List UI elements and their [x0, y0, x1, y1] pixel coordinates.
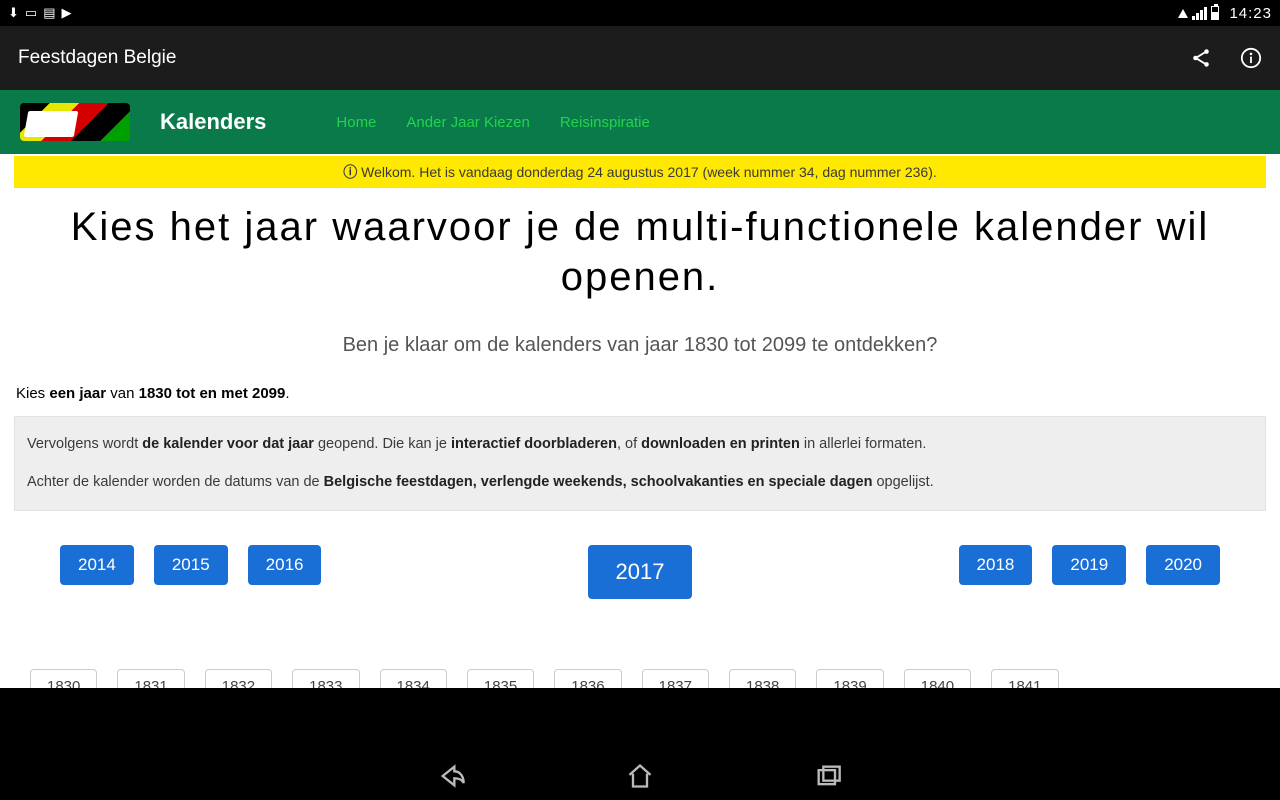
- clock-text: 14:23: [1229, 5, 1272, 22]
- play-icon: ▶: [62, 5, 72, 21]
- wifi-icon: [1178, 9, 1188, 18]
- page-subhead: Ben je klaar om de kalenders van jaar 18…: [0, 308, 1280, 375]
- android-status-bar: ⬇ ▭ ▤ ▶ 14:23: [0, 0, 1280, 26]
- year-button[interactable]: 1836: [554, 669, 621, 688]
- year-button-2014[interactable]: 2014: [60, 545, 134, 585]
- year-button[interactable]: 1839: [816, 669, 883, 688]
- year-button-2018[interactable]: 2018: [959, 545, 1033, 585]
- app-title: Feestdagen Belgie: [18, 47, 176, 69]
- year-button[interactable]: 1834: [380, 669, 447, 688]
- back-icon[interactable]: [438, 762, 466, 790]
- year-button-2015[interactable]: 2015: [154, 545, 228, 585]
- year-button[interactable]: 1840: [904, 669, 971, 688]
- year-button[interactable]: 1831: [117, 669, 184, 688]
- nav-ander-jaar[interactable]: Ander Jaar Kiezen: [406, 114, 529, 131]
- site-brand: Kalenders: [160, 109, 266, 135]
- year-button[interactable]: 1835: [467, 669, 534, 688]
- image-icon: ▭: [25, 5, 37, 21]
- recents-icon[interactable]: [814, 762, 842, 790]
- welcome-text: Welkom. Het is vandaag donderdag 24 augu…: [361, 164, 937, 180]
- signal-icon: [1192, 7, 1207, 20]
- year-button-2016[interactable]: 2016: [248, 545, 322, 585]
- year-button[interactable]: 1838: [729, 669, 796, 688]
- info-box: Vervolgens wordt de kalender voor dat ja…: [14, 416, 1266, 511]
- nav-reisinspiratie[interactable]: Reisinspiratie: [560, 114, 650, 131]
- download-icon: ⬇: [8, 5, 19, 21]
- nav-home[interactable]: Home: [336, 114, 376, 131]
- site-logo[interactable]: [20, 103, 130, 141]
- year-button-2019[interactable]: 2019: [1052, 545, 1126, 585]
- android-nav-bar: [0, 752, 1280, 800]
- home-icon[interactable]: [626, 762, 654, 790]
- share-icon[interactable]: [1190, 47, 1212, 69]
- info-glyph-icon: ⓘ: [343, 164, 357, 180]
- page-headline: Kies het jaar waarvoor je de multi-funct…: [0, 188, 1280, 308]
- site-nav: Kalenders Home Ander Jaar Kiezen Reisins…: [0, 90, 1280, 154]
- year-button[interactable]: 1833: [292, 669, 359, 688]
- year-button-2017-current[interactable]: 2017: [588, 545, 693, 599]
- year-button[interactable]: 1832: [205, 669, 272, 688]
- instruction-line: Kies een jaar van 1830 tot en met 2099.: [0, 375, 1280, 408]
- doc-cancel-icon: ▤: [43, 5, 55, 21]
- year-button-2020[interactable]: 2020: [1146, 545, 1220, 585]
- battery-icon: [1211, 6, 1219, 20]
- year-button[interactable]: 1837: [642, 669, 709, 688]
- welcome-banner: ⓘ Welkom. Het is vandaag donderdag 24 au…: [14, 156, 1266, 188]
- app-action-bar: Feestdagen Belgie: [0, 26, 1280, 90]
- year-button[interactable]: 1841: [991, 669, 1058, 688]
- featured-years-row: 2014 2015 2016 2017 2018 2019 2020: [0, 519, 1280, 609]
- year-button[interactable]: 1830: [30, 669, 97, 688]
- info-icon[interactable]: [1240, 47, 1262, 69]
- webview-content: Kalenders Home Ander Jaar Kiezen Reisins…: [0, 90, 1280, 688]
- all-years-row: 1830 1831 1832 1833 1834 1835 1836 1837 …: [0, 609, 1280, 688]
